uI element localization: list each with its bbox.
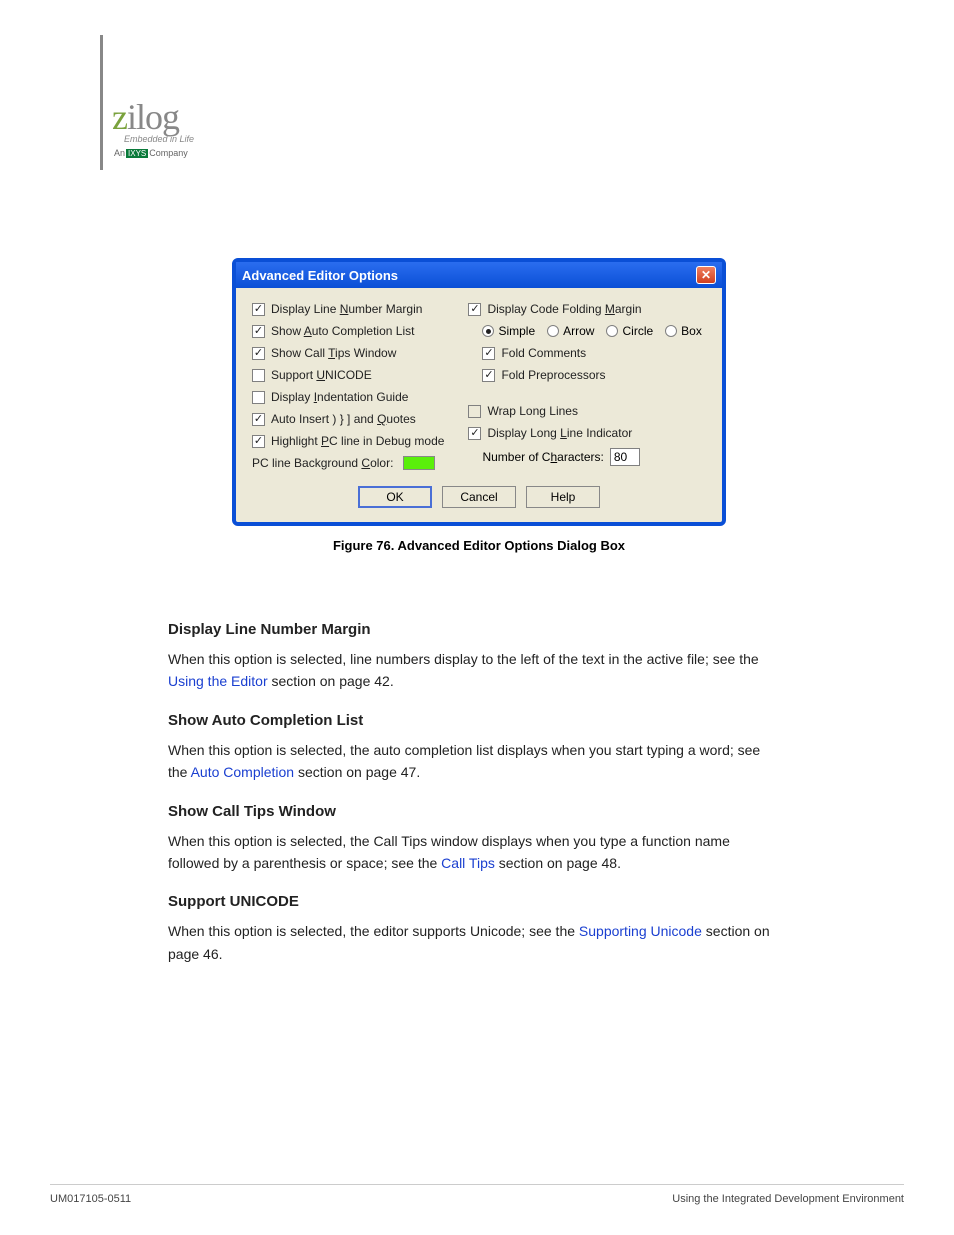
display-long-line-label: Display Long Line Indicator [487, 426, 632, 440]
heading-show-auto-completion: Show Auto Completion List [168, 709, 774, 733]
support-unicode-checkbox[interactable] [252, 369, 265, 382]
support-unicode-label: Support UNICODE [271, 368, 372, 382]
dialog-titlebar: Advanced Editor Options ✕ [236, 262, 722, 288]
fold-comments-checkbox[interactable] [482, 347, 495, 360]
pc-line-bg-label: PC line Background Color: [252, 456, 393, 470]
auto-insert-label: Auto Insert ) } ] and Quotes [271, 412, 416, 426]
close-icon: ✕ [701, 268, 711, 282]
radio-box-label: Box [681, 324, 702, 338]
link-supporting-unicode[interactable]: Supporting Unicode [579, 923, 702, 939]
body-text: Display Line Number Margin When this opt… [168, 610, 774, 981]
link-call-tips[interactable]: Call Tips [441, 855, 495, 871]
display-line-number-label: Display Line Number Margin [271, 302, 422, 316]
ok-button[interactable]: OK [358, 486, 432, 508]
wrap-long-lines-checkbox [468, 405, 481, 418]
radio-arrow-label: Arrow [563, 324, 594, 338]
page-footer: UM017105-0511 Using the Integrated Devel… [50, 1184, 904, 1205]
radio-circle-label: Circle [622, 324, 653, 338]
display-code-folding-checkbox[interactable] [468, 303, 481, 316]
fold-preprocessors-checkbox[interactable] [482, 369, 495, 382]
radio-arrow[interactable] [547, 325, 559, 337]
pc-line-color-swatch[interactable] [403, 456, 435, 470]
radio-simple[interactable] [482, 325, 494, 337]
fold-preprocessors-label: Fold Preprocessors [501, 368, 605, 382]
auto-insert-checkbox[interactable] [252, 413, 265, 426]
display-code-folding-label: Display Code Folding Margin [487, 302, 641, 316]
display-indentation-label: Display Indentation Guide [271, 390, 408, 404]
close-button[interactable]: ✕ [696, 266, 716, 284]
fold-comments-label: Fold Comments [501, 346, 586, 360]
num-chars-label: Number of Characters: [482, 450, 603, 464]
num-chars-input[interactable] [610, 448, 640, 466]
show-call-tips-checkbox[interactable] [252, 347, 265, 360]
figure-caption: Figure 76. Advanced Editor Options Dialo… [232, 538, 726, 553]
heading-show-call-tips: Show Call Tips Window [168, 800, 774, 824]
highlight-pc-label: Highlight PC line in Debug mode [271, 434, 444, 448]
heading-support-unicode: Support UNICODE [168, 890, 774, 914]
show-auto-completion-checkbox[interactable] [252, 325, 265, 338]
display-line-number-checkbox[interactable] [252, 303, 265, 316]
footer-right: Using the Integrated Development Environ… [672, 1193, 904, 1205]
link-auto-completion[interactable]: Auto Completion [191, 764, 295, 780]
radio-circle[interactable] [606, 325, 618, 337]
highlight-pc-checkbox[interactable] [252, 435, 265, 448]
advanced-editor-options-dialog: Advanced Editor Options ✕ Display Line N… [232, 258, 726, 526]
display-indentation-checkbox[interactable] [252, 391, 265, 404]
link-using-editor[interactable]: Using the Editor [168, 673, 268, 689]
show-call-tips-label: Show Call Tips Window [271, 346, 396, 360]
help-button[interactable]: Help [526, 486, 600, 508]
show-auto-completion-label: Show Auto Completion List [271, 324, 414, 338]
wrap-long-lines-label: Wrap Long Lines [487, 404, 578, 418]
radio-simple-label: Simple [498, 324, 535, 338]
footer-left: UM017105-0511 [50, 1193, 131, 1205]
radio-box[interactable] [665, 325, 677, 337]
cancel-button[interactable]: Cancel [442, 486, 516, 508]
dialog-title: Advanced Editor Options [242, 268, 398, 283]
logo: zilog Embedded in Life AnIXYSCompany [112, 96, 194, 158]
display-long-line-checkbox[interactable] [468, 427, 481, 440]
heading-display-line-number: Display Line Number Margin [168, 618, 774, 642]
